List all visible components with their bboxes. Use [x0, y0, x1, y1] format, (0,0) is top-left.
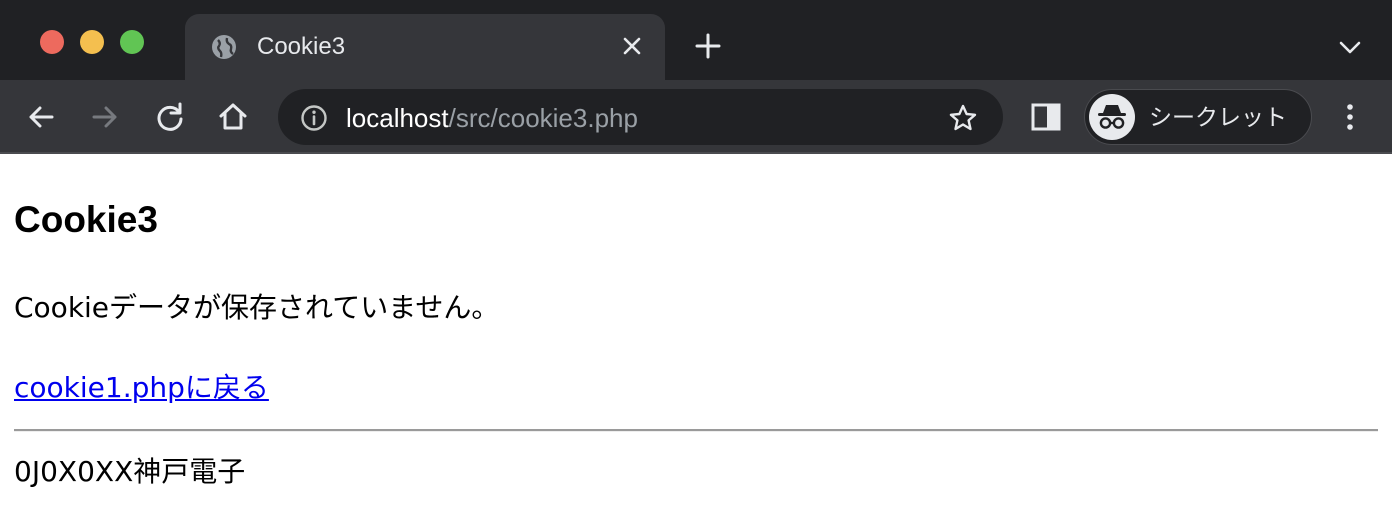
address-bar[interactable]: localhost/src/cookie3.php — [278, 89, 1003, 145]
url-path: /src/cookie3.php — [448, 103, 638, 133]
home-icon[interactable] — [216, 100, 250, 134]
tab-strip: Cookie3 — [0, 0, 1392, 80]
incognito-icon — [1098, 105, 1126, 129]
profile-button[interactable]: シークレット — [1084, 89, 1312, 145]
url-host: localhost — [346, 103, 449, 133]
close-icon[interactable] — [621, 35, 643, 57]
globe-icon — [212, 35, 236, 59]
arrow-right-icon[interactable] — [88, 100, 122, 134]
reload-icon[interactable] — [153, 100, 187, 134]
plus-icon[interactable] — [694, 32, 722, 60]
page-content: Cookie3 Cookieデータが保存されていません。 cookie1.php… — [0, 154, 1392, 532]
arrow-left-icon[interactable] — [24, 100, 58, 134]
profile-label: シークレット — [1149, 105, 1287, 131]
browser-toolbar: localhost/src/cookie3.php シークレット — [0, 80, 1392, 154]
tab-active[interactable]: Cookie3 — [185, 14, 665, 80]
window-maximize-button[interactable] — [120, 30, 144, 54]
back-to-cookie1-link[interactable]: cookie1.phpに戻る — [14, 370, 269, 406]
tab-title: Cookie3 — [257, 33, 346, 60]
info-icon[interactable] — [300, 104, 328, 132]
avatar — [1089, 94, 1135, 140]
url-text[interactable]: localhost/src/cookie3.php — [346, 103, 638, 133]
footer-text: 0J0X0XX神戸電子 — [14, 455, 246, 488]
horizontal-rule — [14, 429, 1378, 432]
star-icon[interactable] — [948, 103, 978, 133]
side-panel-icon[interactable] — [1030, 102, 1062, 132]
status-message: Cookieデータが保存されていません。 — [14, 291, 500, 324]
window-close-button[interactable] — [40, 30, 64, 54]
kebab-menu-icon[interactable] — [1338, 100, 1362, 134]
page-title: Cookie3 — [14, 199, 158, 240]
chevron-down-icon[interactable] — [1338, 37, 1362, 57]
window-minimize-button[interactable] — [80, 30, 104, 54]
